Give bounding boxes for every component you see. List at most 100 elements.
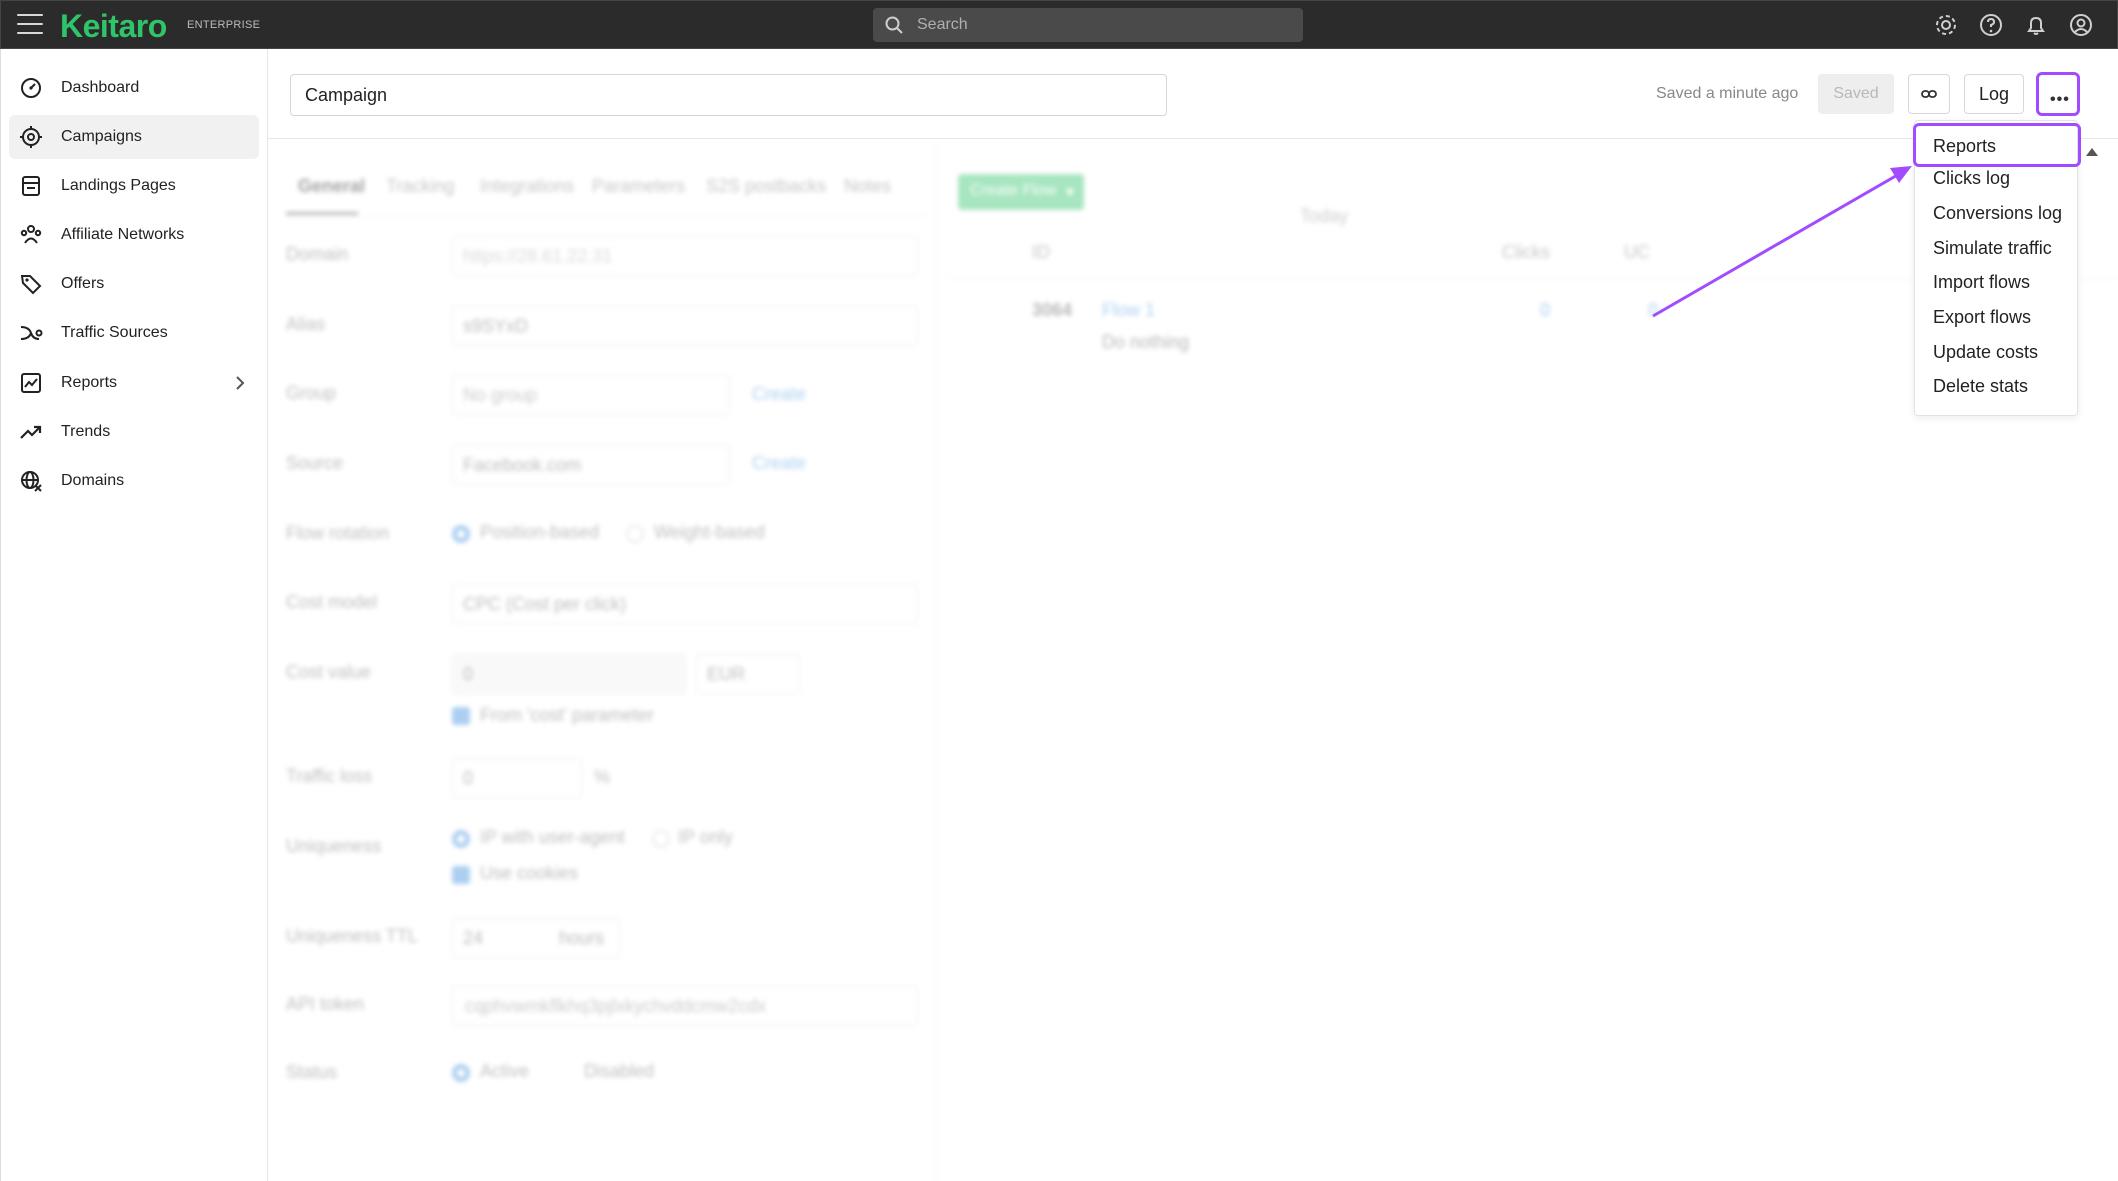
sidebar-item-label: Domains [61,472,125,489]
create-group-link[interactable]: Create [752,384,806,405]
currency-value: EUR [707,664,746,684]
more-actions-button[interactable]: ••• [2036,72,2080,116]
menu-item-update-costs[interactable]: Update costs [1915,335,2079,369]
flow-rotation-label: Flow rotation [286,523,390,543]
sidebar-item-trends[interactable]: Trends [9,410,259,454]
ttl-value: 24 [463,928,484,948]
sidebar-item-traffic-sources[interactable]: Traffic Sources [9,311,259,355]
log-button[interactable]: Log [1964,74,2024,114]
api-token-label: API token [286,994,365,1014]
campaigns-icon [20,126,42,148]
landing-pages-icon [22,176,40,196]
user-icon[interactable] [2068,12,2094,38]
traffic-loss-label: Traffic loss [286,766,373,786]
tab-general[interactable]: General [298,176,365,197]
sidebar-item-campaigns[interactable]: Campaigns [9,115,259,159]
create-flow-button[interactable]: Create Flow ▾ [958,174,1084,210]
search-box[interactable] [873,8,1303,42]
campaign-editor-backdrop: General Tracking Integrations Parameters… [268,140,2118,1181]
source-select[interactable]: Facebook.com [452,445,730,485]
reports-icon [21,373,41,393]
sidebar-item-offers[interactable]: Offers [9,262,259,306]
gear-icon[interactable] [1933,12,1959,38]
active-label: Active [480,1061,530,1081]
menu-item-delete-stats[interactable]: Delete stats [1915,369,2079,403]
ip-only-label: IP only [678,827,733,847]
help-icon[interactable] [1978,12,2004,38]
sidebar-item-domains[interactable]: Domains [9,459,259,503]
menu-item-export-flows[interactable]: Export flows [1915,300,2079,334]
flow-action: Do nothing [1102,332,1190,352]
status-label: Status [286,1062,338,1082]
ip-with-ua-radio[interactable] [452,830,470,848]
form-tabs: General Tracking Integrations Parameters… [286,176,926,216]
top-bar: Keitaro ENTERPRISE [0,0,2118,49]
api-token-input[interactable]: cqphvwmkflkhq3pjlxkychvddcmw2cdx [452,986,918,1026]
cost-model-value: CPC (Cost per click) [463,594,627,614]
search-input[interactable] [917,8,1287,42]
sidebar-item-affiliate-networks[interactable]: Affiliate Networks [9,213,259,257]
traffic-loss-input[interactable]: 0 [452,758,582,798]
sidebar-item-label: Affiliate Networks [61,226,185,243]
column-id: ID [1032,242,1050,262]
use-cookies-checkbox[interactable] [452,866,470,884]
tab-tracking[interactable]: Tracking [386,176,454,197]
currency-select[interactable]: EUR [696,654,800,694]
column-uc: UC [1624,242,1650,262]
sidebar-item-reports[interactable]: Reports [9,361,259,405]
tab-parameters[interactable]: Parameters [592,176,685,197]
source-value: Facebook.com [463,455,582,475]
link-icon [1921,90,1937,98]
domains-icon [21,471,42,492]
source-label: Source [286,453,344,473]
campaign-name-input[interactable] [290,74,1167,116]
tab-integrations[interactable]: Integrations [480,176,574,197]
flow-id: 3064 [1032,300,1073,320]
trends-icon [20,425,42,439]
link-button[interactable] [1908,74,1950,114]
create-source-link[interactable]: Create [752,453,806,474]
menu-item-conversions-log[interactable]: Conversions log [1915,196,2079,230]
position-based-label: Position-based [480,522,600,542]
from-cost-checkbox[interactable] [452,707,470,725]
menu-item-clicks-log[interactable]: Clicks log [1915,161,2079,195]
ip-only-radio[interactable] [652,830,670,848]
saved-button[interactable]: Saved [1818,74,1894,114]
weight-based-radio[interactable] [626,525,644,543]
sidebar-item-label: Trends [61,423,111,440]
cost-value: 0 [463,664,474,684]
from-cost-label: From 'cost' parameter [480,705,654,725]
bell-icon[interactable] [2023,12,2049,38]
offers-icon [20,275,42,295]
group-select[interactable]: No group [452,375,730,415]
ellipsis-icon: ••• [2050,91,2070,108]
flow-uc: 0 [1648,300,1659,320]
group-label: Group [286,383,337,403]
sidebar-item-label: Traffic Sources [61,324,168,341]
chevron-right-icon [236,376,245,390]
active-radio[interactable] [452,1064,470,1082]
sidebar-item-landing-pages[interactable]: Landings Pages [9,164,259,208]
domain-value: https://28.61.22.31 [463,246,613,266]
domain-label: Domain [286,244,349,264]
create-flow-label: Create Flow [970,182,1057,199]
menu-item-simulate-traffic[interactable]: Simulate traffic [1915,231,2079,265]
flow-name-link[interactable]: Flow 1 [1102,300,1155,321]
menu-icon[interactable] [17,14,43,36]
alias-input[interactable]: s9SYxD [452,306,918,346]
tab-s2s-postbacks[interactable]: S2S postbacks [706,176,826,197]
column-clicks: Clicks [1502,242,1550,262]
position-based-radio[interactable] [452,525,470,543]
app-logo[interactable]: Keitaro [60,8,167,45]
domain-select[interactable]: https://28.61.22.31 [452,236,918,276]
menu-item-import-flows[interactable]: Import flows [1915,265,2079,299]
caret-up-icon [2086,148,2098,156]
uniqueness-ttl-input[interactable]: 24 hours [452,918,620,958]
period-select[interactable]: Today [1300,206,1348,227]
alias-value: s9SYxD [463,316,529,336]
sidebar-item-dashboard[interactable]: Dashboard [9,66,259,110]
tab-notes[interactable]: Notes [844,176,891,197]
cost-model-select[interactable]: CPC (Cost per click) [452,584,918,624]
cost-value-input[interactable]: 0 [452,654,686,694]
saved-status: Saved a minute ago [1656,85,1799,102]
